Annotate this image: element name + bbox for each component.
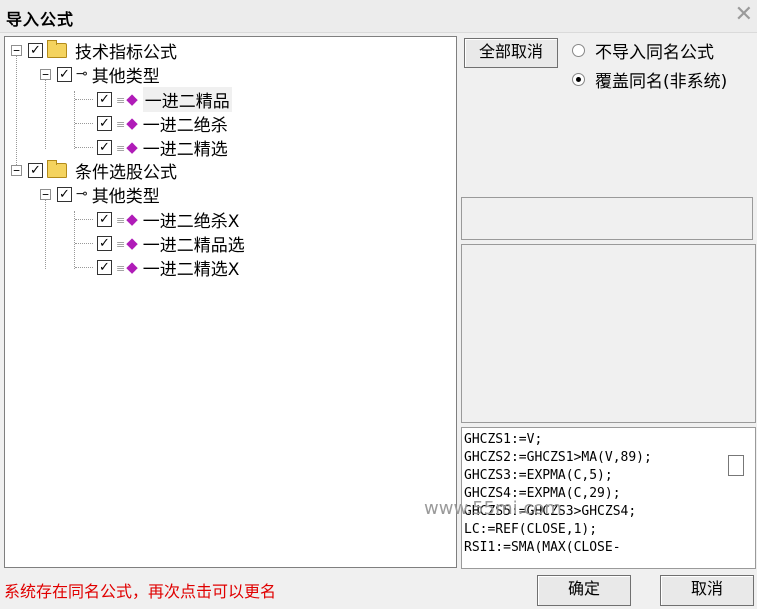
tree-item-label: 一进二绝杀 <box>142 115 228 136</box>
tree-subgroup-other[interactable]: − ✓ ⊸ 其他类型 <box>40 182 160 207</box>
tree-subgroup-label: 其他类型 <box>91 186 160 207</box>
close-icon[interactable]: ✕ <box>735 3 753 27</box>
radio-no-import[interactable]: 不导入同名公式 <box>572 38 714 63</box>
collapse-icon[interactable]: − <box>40 68 51 80</box>
tree-item[interactable]: ✓ ◆ 一进二精选X <box>97 255 240 280</box>
checkbox-checked[interactable]: ✓ <box>97 211 112 227</box>
formula-icon: ◆ <box>116 138 138 156</box>
code-line: GHCZS1:=V; <box>464 432 543 447</box>
checkbox-checked[interactable]: ✓ <box>28 42 43 58</box>
tree-item[interactable]: ✓ ◆ 一进二绝杀 <box>97 111 228 136</box>
scroll-thumb[interactable] <box>728 455 744 476</box>
radio-selected[interactable] <box>572 73 585 86</box>
formula-icon: ◆ <box>116 114 138 132</box>
folder-icon <box>47 159 67 178</box>
collapse-icon[interactable]: − <box>11 44 22 56</box>
tree-connector <box>45 199 46 269</box>
ok-button[interactable]: 确定 <box>537 575 631 606</box>
tree-item-label: 一进二精选 <box>142 139 228 160</box>
tree-item[interactable]: ✓ ◆ 一进二精品选 <box>97 231 245 256</box>
collapse-icon[interactable]: − <box>40 188 51 200</box>
checkbox-checked[interactable]: ✓ <box>28 162 43 178</box>
code-line: RSI1:=SMA(MAX(CLOSE- <box>464 540 621 555</box>
tree-item-label: 一进二精品选 <box>142 235 245 256</box>
collapse-icon[interactable]: − <box>11 164 22 176</box>
status-message: 系统存在同名公式，再次点击可以更名 <box>4 582 277 601</box>
tree-connector <box>45 79 46 149</box>
radio-overwrite[interactable]: 覆盖同名(非系统) <box>572 67 727 92</box>
code-line: GHCZS2:=GHCZS1>MA(V,89); <box>464 450 652 465</box>
formula-tree[interactable]: − ✓ 技术指标公式 − ✓ ⊸ 其他类型 ✓ ◆ 一进二精品 ✓ ◆ 一进二绝… <box>4 36 457 568</box>
formula-icon: ◆ <box>116 210 138 228</box>
tree-item[interactable]: ✓ ◆ 一进二绝杀X <box>97 207 240 232</box>
title-bar: 导入公式 ✕ <box>0 0 757 33</box>
tree-connector <box>16 55 17 171</box>
checkbox-checked[interactable]: ✓ <box>97 91 112 107</box>
key-icon: ⊸ <box>76 186 88 202</box>
formula-icon: ◆ <box>116 234 138 252</box>
description-panel <box>461 244 756 423</box>
radio-label: 覆盖同名(非系统) <box>595 72 728 92</box>
checkbox-checked[interactable]: ✓ <box>97 139 112 155</box>
tree-group-label: 技术指标公式 <box>75 42 177 63</box>
checkbox-checked[interactable]: ✓ <box>97 115 112 131</box>
tree-item-label: 一进二精品 <box>142 86 232 112</box>
cancel-button[interactable]: 取消 <box>660 575 754 606</box>
info-field <box>461 197 753 240</box>
key-icon: ⊸ <box>76 66 88 82</box>
folder-icon <box>47 39 67 58</box>
window-title: 导入公式 <box>6 10 75 29</box>
tree-item[interactable]: ✓ ◆ 一进二精选 <box>97 135 228 160</box>
watermark: www.55mi.com <box>424 498 562 519</box>
code-line: LC:=REF(CLOSE,1); <box>464 522 598 537</box>
tree-subgroup-other[interactable]: − ✓ ⊸ 其他类型 <box>40 62 160 87</box>
tree-group-technical[interactable]: − ✓ 技术指标公式 <box>11 38 177 63</box>
formula-icon: ◆ <box>116 258 138 276</box>
tree-item-label: 一进二绝杀X <box>142 211 240 232</box>
radio-label: 不导入同名公式 <box>595 43 714 63</box>
radio-unselected[interactable] <box>572 44 585 57</box>
tree-group-screening[interactable]: − ✓ 条件选股公式 <box>11 158 177 183</box>
formula-icon: ◆ <box>116 90 138 108</box>
checkbox-checked[interactable]: ✓ <box>97 235 112 251</box>
tree-item-label: 一进二精选X <box>142 259 240 280</box>
tree-item[interactable]: ✓ ◆ 一进二精品 <box>97 86 232 112</box>
cancel-all-button[interactable]: 全部取消 <box>464 38 558 68</box>
code-line: GHCZS3:=EXPMA(C,5); <box>464 468 613 483</box>
checkbox-checked[interactable]: ✓ <box>57 186 72 202</box>
checkbox-checked[interactable]: ✓ <box>57 66 72 82</box>
checkbox-checked[interactable]: ✓ <box>97 259 112 275</box>
tree-group-label: 条件选股公式 <box>75 162 177 183</box>
tree-subgroup-label: 其他类型 <box>91 66 160 87</box>
